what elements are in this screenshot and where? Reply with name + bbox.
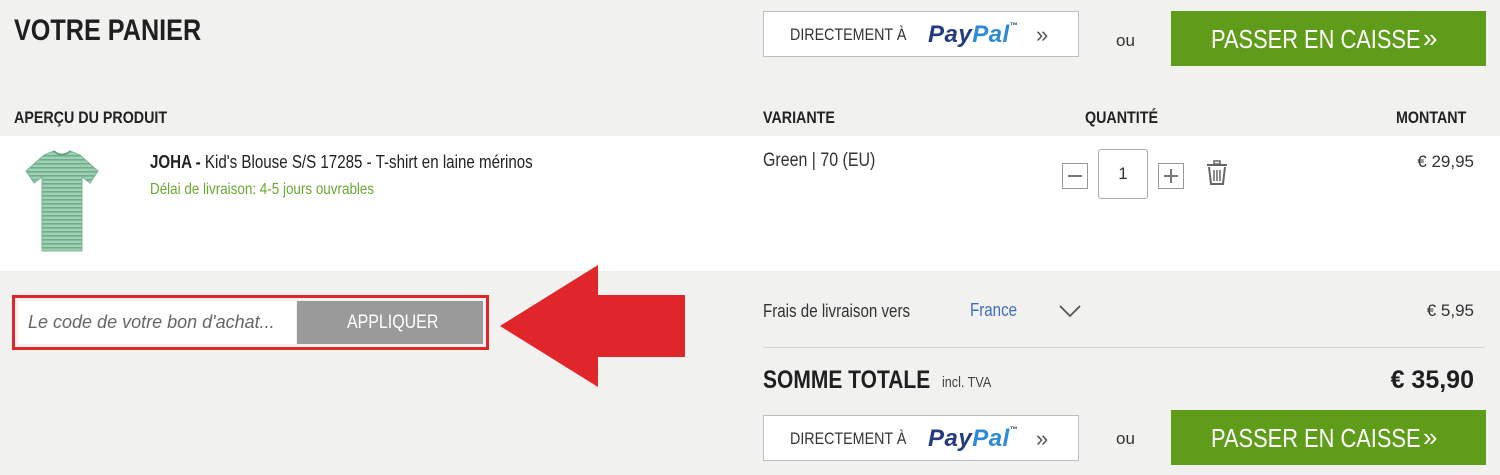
divider [763, 347, 1485, 348]
or-label: ou [1116, 31, 1135, 50]
voucher-code-input[interactable] [18, 301, 296, 344]
paypal-checkout-button[interactable]: DIRECTEMENT À PayPal™ » [763, 11, 1079, 57]
quantity-decrease-button[interactable] [1062, 163, 1088, 189]
total-amount: € 35,90 [1390, 366, 1474, 394]
chevron-double-right-icon: » [1423, 23, 1438, 53]
shipping-price: € 5,95 [1426, 301, 1474, 320]
chevron-double-right-icon: » [1036, 22, 1049, 47]
checkout-button[interactable]: PASSER EN CAISSE » [1171, 11, 1486, 66]
product-brand: JOHA [150, 152, 192, 172]
item-price: € 29,95 [1417, 152, 1474, 171]
trash-icon[interactable] [1206, 160, 1228, 186]
paypal-prefix-label: DIRECTEMENT À [790, 25, 907, 44]
paypal-checkout-button-bottom[interactable]: DIRECTEMENT À PayPal™ » [763, 415, 1079, 461]
product-title[interactable]: JOHA - Kid's Blouse S/S 17285 - T-shirt … [150, 152, 606, 173]
paypal-logo: PayPal™ [928, 21, 1019, 48]
apply-voucher-button[interactable]: APPLIQUER [297, 301, 483, 344]
red-arrow-icon [500, 265, 685, 387]
product-thumbnail[interactable] [22, 147, 102, 257]
column-header-quantity: QUANTITÉ [1085, 108, 1158, 127]
product-variant: Green | 70 (EU) [763, 150, 876, 171]
or-label: ou [1116, 429, 1135, 448]
column-header-variant: VARIANTE [763, 108, 835, 127]
column-header-amount: MONTANT [1396, 108, 1467, 127]
shipping-label: Frais de livraison vers [763, 301, 911, 321]
chevron-double-right-icon: » [1423, 422, 1438, 452]
chevron-double-right-icon: » [1036, 426, 1049, 451]
delivery-time: Délai de livraison: 4-5 jours ouvrables [150, 181, 375, 198]
product-name: Kid's Blouse S/S 17285 - T-shirt en lain… [204, 152, 533, 172]
total-tax-note: incl. TVA [942, 374, 992, 391]
quantity-input[interactable]: 1 [1098, 149, 1148, 199]
paypal-prefix-label: DIRECTEMENT À [790, 429, 907, 448]
total-label: SOMME TOTALE [763, 366, 931, 394]
shipping-country-select[interactable]: France [970, 300, 1026, 321]
page-title: VOTRE PANIER [14, 14, 202, 47]
paypal-logo: PayPal™ [928, 425, 1019, 452]
checkout-button-bottom[interactable]: PASSER EN CAISSE » [1171, 410, 1486, 465]
chevron-down-icon[interactable] [1058, 301, 1082, 321]
column-header-product: APERÇU DU PRODUIT [14, 108, 168, 127]
quantity-increase-button[interactable] [1158, 163, 1184, 189]
